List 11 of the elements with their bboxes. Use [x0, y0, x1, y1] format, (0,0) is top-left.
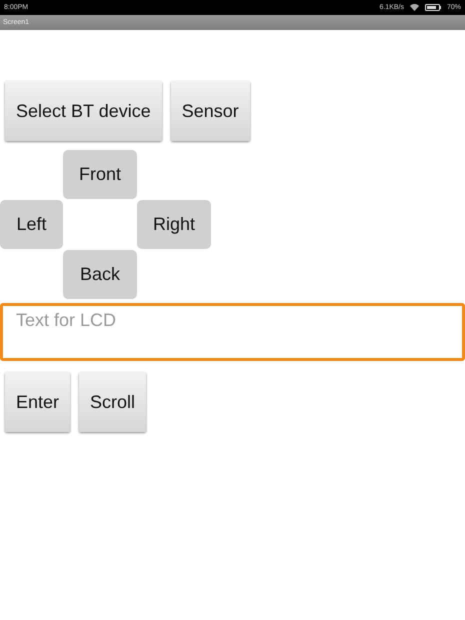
lcd-text-field[interactable]: Text for LCD	[0, 303, 465, 361]
battery-icon	[424, 4, 441, 11]
enter-button[interactable]: Enter	[5, 372, 70, 432]
wifi-icon	[410, 4, 419, 11]
front-button[interactable]: Front	[63, 150, 137, 199]
back-button[interactable]: Back	[63, 250, 137, 299]
left-button[interactable]: Left	[0, 200, 63, 249]
right-button[interactable]: Right	[137, 200, 211, 249]
sensor-button[interactable]: Sensor	[170, 81, 250, 141]
scroll-button[interactable]: Scroll	[79, 372, 146, 432]
select-device-button[interactable]: Select BT device	[5, 81, 162, 141]
